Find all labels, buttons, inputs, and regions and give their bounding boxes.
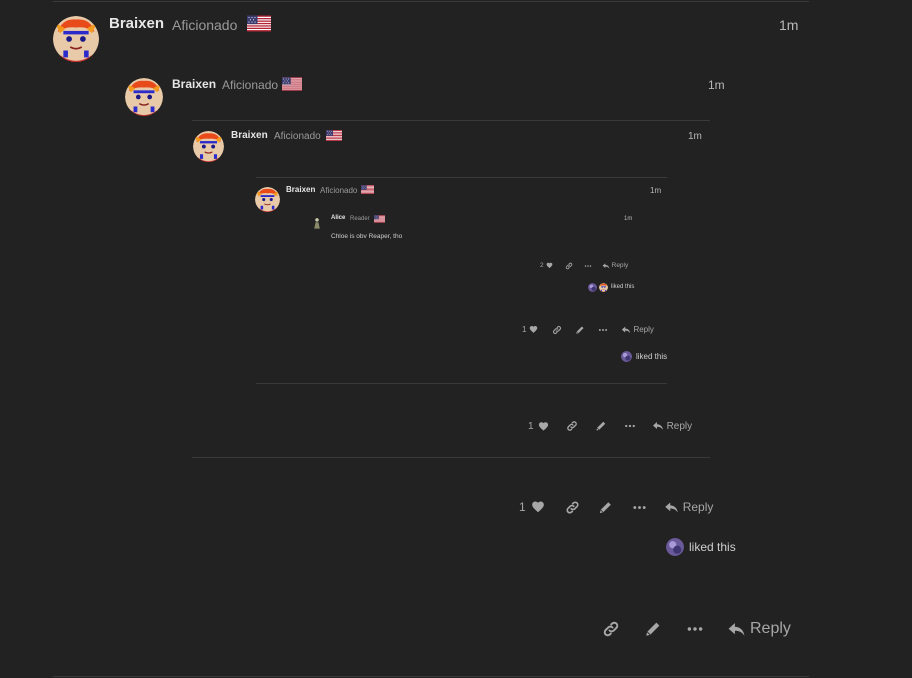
post-avatar[interactable]: [255, 187, 280, 212]
liker-avatar[interactable]: [588, 283, 597, 292]
like-button[interactable]: 2: [540, 262, 553, 269]
reply-button[interactable]: Reply: [602, 262, 629, 270]
link-icon[interactable]: [565, 262, 573, 270]
like-count: 1: [528, 420, 534, 432]
reply-button[interactable]: Reply: [621, 325, 654, 335]
heart-icon: [546, 262, 553, 269]
edit-pencil-icon[interactable]: [598, 500, 613, 515]
post-user-title: Aficionado: [274, 131, 321, 142]
post-actions: 1 Reply: [528, 418, 692, 434]
reply-label: Reply: [682, 500, 714, 514]
liked-by: liked this: [666, 537, 736, 556]
link-icon[interactable]: [552, 325, 562, 335]
liked-label: liked this: [636, 351, 668, 361]
reply-button[interactable]: Reply: [664, 500, 714, 515]
reply-icon: [664, 500, 679, 515]
post-actions: 1 Reply: [522, 323, 654, 336]
like-count: 2: [540, 262, 544, 269]
like-button[interactable]: 1: [522, 325, 538, 334]
like-button[interactable]: 1: [519, 500, 545, 514]
like-button[interactable]: 1: [528, 421, 549, 432]
braixen-avatar-icon: [255, 187, 280, 212]
more-options-icon[interactable]: [686, 620, 704, 638]
bottom-divider: [53, 676, 809, 677]
braixen-avatar-icon: [53, 16, 99, 62]
liker-avatar[interactable]: [666, 538, 684, 556]
post-user-title: Aficionado: [222, 78, 279, 92]
link-icon[interactable]: [602, 620, 620, 638]
edit-pencil-icon[interactable]: [595, 420, 607, 432]
reply-label: Reply: [611, 262, 629, 269]
reply-divider: [256, 177, 667, 178]
reply-divider: [256, 383, 667, 384]
post-user-title: Reader: [350, 216, 370, 222]
purple-avatar-icon: [666, 538, 684, 556]
post-time[interactable]: 1m: [779, 17, 798, 33]
us-flag-icon: [374, 215, 385, 223]
post-user-title: Aficionado: [320, 186, 358, 195]
reply-label: Reply: [750, 620, 791, 637]
reply-label: Reply: [633, 325, 654, 334]
braixen-avatar-icon: [125, 78, 163, 116]
heart-icon: [529, 325, 538, 334]
like-count: 1: [522, 325, 527, 334]
liker-avatar[interactable]: [599, 283, 608, 292]
reply-icon: [652, 420, 664, 432]
post-username[interactable]: Alice: [331, 215, 345, 221]
link-icon[interactable]: [565, 500, 580, 515]
liked-label: liked this: [611, 284, 635, 290]
post-user-title: Aficionado: [172, 17, 238, 33]
post-body: Chloe is obv Reaper, tho: [331, 233, 403, 240]
liker-avatar[interactable]: [621, 351, 632, 362]
post-time[interactable]: 1m: [688, 131, 702, 142]
reply-label: Reply: [666, 420, 693, 432]
liked-by: liked this: [621, 350, 667, 362]
post-actions: 1 Reply: [519, 498, 713, 516]
liked-by: liked this: [588, 282, 634, 292]
post-actions: Reply: [602, 618, 791, 640]
reply-icon: [602, 262, 610, 270]
post-time[interactable]: 1m: [650, 186, 661, 195]
edit-pencil-icon[interactable]: [575, 325, 585, 335]
more-options-icon[interactable]: [584, 262, 592, 270]
post-time[interactable]: 1m: [708, 78, 725, 92]
reply-icon: [727, 620, 746, 639]
reply-divider: [192, 457, 710, 458]
reply-divider: [192, 120, 710, 121]
post-avatar[interactable]: [125, 78, 163, 116]
reply-button[interactable]: Reply: [727, 620, 791, 639]
liked-label: liked this: [689, 539, 736, 554]
us-flag-icon: [247, 15, 271, 32]
post-actions: 2 Reply: [540, 260, 628, 271]
more-options-icon[interactable]: [632, 500, 647, 515]
reply-button[interactable]: Reply: [652, 420, 693, 432]
post-time[interactable]: 1m: [624, 216, 632, 222]
post-avatar[interactable]: [193, 131, 224, 162]
more-options-icon[interactable]: [598, 325, 608, 335]
us-flag-icon: [326, 130, 342, 141]
us-flag-icon: [361, 185, 374, 194]
post-username[interactable]: Braixen: [286, 185, 315, 194]
alice-avatar-icon: [310, 216, 324, 230]
post-username[interactable]: Braixen: [109, 15, 164, 32]
post-username[interactable]: Braixen: [172, 77, 216, 91]
like-count: 1: [519, 500, 526, 514]
post-avatar[interactable]: [53, 16, 99, 62]
link-icon[interactable]: [566, 420, 578, 432]
braixen-avatar-icon: [193, 131, 224, 162]
top-divider: [53, 1, 809, 2]
more-options-icon[interactable]: [624, 420, 636, 432]
heart-icon: [531, 500, 545, 514]
braixen-avatar-icon: [599, 283, 608, 292]
purple-avatar-icon: [588, 283, 597, 292]
post-username[interactable]: Braixen: [231, 130, 268, 141]
heart-icon: [538, 421, 549, 432]
purple-avatar-icon: [621, 351, 632, 362]
post-avatar[interactable]: [310, 216, 324, 230]
edit-pencil-icon[interactable]: [644, 620, 662, 638]
us-flag-icon: [282, 77, 302, 91]
reply-icon: [621, 325, 631, 335]
